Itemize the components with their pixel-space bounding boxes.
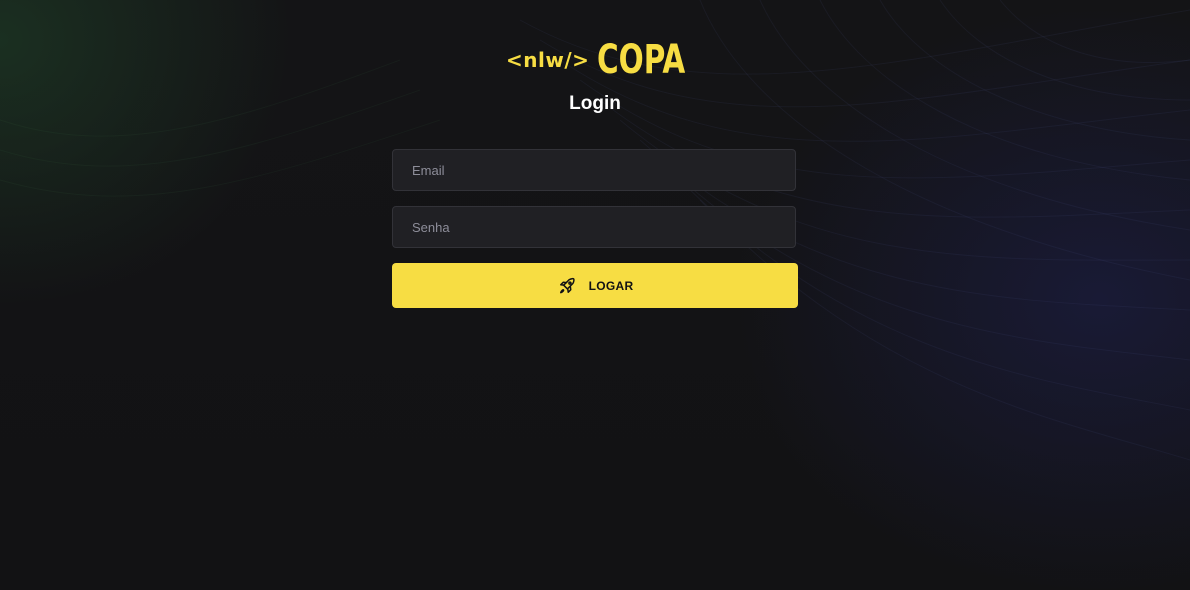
password-field[interactable]: [392, 206, 796, 248]
login-button[interactable]: LOGAR: [392, 263, 798, 308]
login-button-label: LOGAR: [588, 278, 634, 293]
logo-name: COPA: [597, 37, 686, 83]
logo-code-tag: <nlw/>: [506, 48, 590, 72]
rocket-icon: [557, 276, 577, 296]
logo: <nlw/> COPA: [506, 40, 705, 80]
email-field[interactable]: [392, 149, 796, 191]
page-title: Login: [569, 93, 621, 114]
